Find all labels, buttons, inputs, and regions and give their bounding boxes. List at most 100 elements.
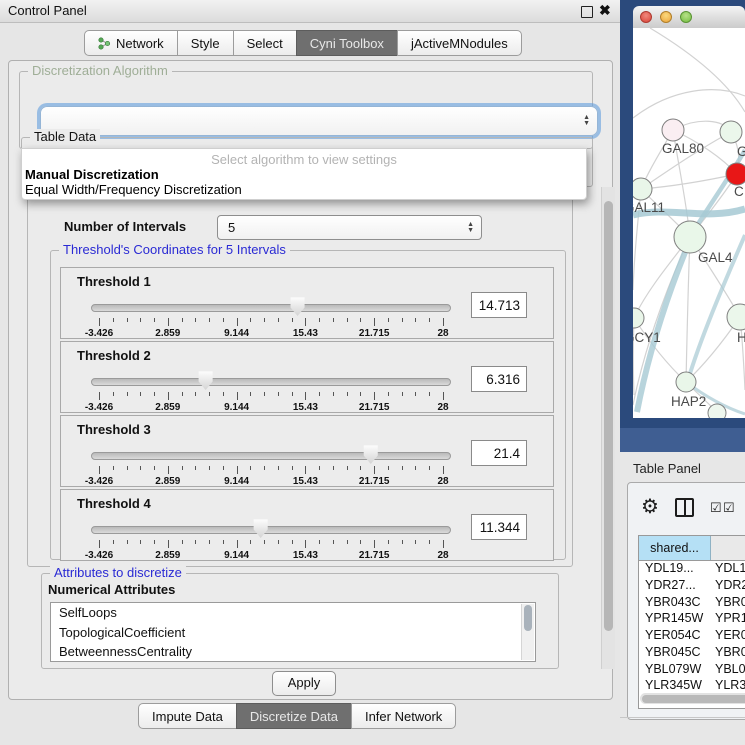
threshold-label: Threshold 2 [77,348,151,363]
control-panel-title: Control Panel [8,3,87,18]
network-window[interactable]: GAL80GCGAL11GAL4GCY1HHAP2 [633,6,745,418]
zoom-traffic-light-icon[interactable] [680,11,692,23]
network-node[interactable] [662,119,684,141]
threshold-value-input[interactable] [471,440,527,466]
network-node[interactable] [727,304,745,330]
tick-label: -3.426 [85,402,113,413]
minimize-traffic-light-icon[interactable] [660,11,672,23]
threshold-value-input[interactable] [471,292,527,318]
number-of-intervals-combo[interactable]: 5 ▲▼ [217,215,482,240]
table-row[interactable]: YLR345WYLR34 [639,677,745,694]
popup-hint-item[interactable]: Select algorithm to view settings [22,152,586,167]
slider-ticks [99,540,443,549]
tick-label: 15.43 [293,402,318,413]
slider-track[interactable] [91,452,451,460]
network-window-titlebar[interactable] [633,6,745,29]
tick-label: 28 [437,476,448,487]
table-row[interactable]: YBR045CYBR04 [639,644,745,661]
popup-option-equal-width[interactable]: Equal Width/Frequency Discretization [25,182,242,197]
tab-select[interactable]: Select [233,30,297,56]
attributes-list-scrollbar-thumb[interactable] [524,605,532,631]
select-all-checkbox-icon[interactable]: ☑ [710,500,722,516]
attribute-list-item[interactable]: SelfLoops [51,603,535,623]
close-traffic-light-icon[interactable] [640,11,652,23]
table-row[interactable]: YBL079WYBL07 [639,661,745,678]
attribute-list-item[interactable]: TopologicalCoefficient [51,623,535,643]
slider-track[interactable] [91,378,451,386]
network-node[interactable] [720,121,742,143]
tab-label: Cyni Toolbox [310,36,384,51]
threshold-slider[interactable]: -3.4262.8599.14415.4321.71528 [91,292,451,336]
number-of-intervals-label: Number of Intervals [64,219,186,234]
slider-tick-labels: -3.4262.8599.14415.4321.71528 [99,402,443,414]
threshold-value-input[interactable] [471,366,527,392]
threshold-slider[interactable]: -3.4262.8599.14415.4321.71528 [91,514,451,558]
columns-icon[interactable] [675,498,694,517]
slider-thumb[interactable] [290,297,306,316]
network-node-label: GAL4 [698,250,733,265]
network-node[interactable] [633,178,652,200]
table-row[interactable]: YPR145WYPR14 [639,610,745,627]
slider-thumb[interactable] [198,371,214,390]
numerical-attributes-list[interactable]: SelfLoopsTopologicalCoefficientBetweenne… [50,602,536,662]
network-node[interactable] [633,308,644,328]
gear-icon[interactable]: ⚙ [641,494,659,519]
network-node-label: HAP2 [671,394,706,409]
cell-name: YER05 [711,627,745,644]
panel-vertical-scrollbar-thumb[interactable] [604,201,613,631]
combo-stepper-icon[interactable]: ▲▼ [467,222,474,234]
algorithm-combo[interactable]: ▲▼ [40,106,598,136]
network-node[interactable] [676,372,696,392]
network-canvas[interactable]: GAL80GCGAL11GAL4GCY1HHAP2 [633,28,745,418]
close-icon[interactable]: ✖ [599,2,611,19]
table-row[interactable]: YDL19...YDL19 [639,560,745,577]
attributes-list-scrollbar[interactable] [521,604,534,660]
tick-label: 21.715 [359,402,390,413]
table-horizontal-scrollbar-thumb[interactable] [642,695,745,703]
tab-discretize-data[interactable]: Discretize Data [236,703,352,729]
float-window-icon[interactable] [581,6,593,18]
cell-shared-name: YER054C [639,627,711,644]
tick-label: 2.859 [155,402,180,413]
attributes-group-title: Attributes to discretize [50,565,186,580]
tab-impute-data[interactable]: Impute Data [138,703,237,729]
column-header-shared-name[interactable]: shared... [639,536,711,560]
slider-track[interactable] [91,526,451,534]
cell-shared-name: YBR045C [639,644,711,661]
tab-infer-network[interactable]: Infer Network [351,703,456,729]
table-row[interactable]: YBR043CYBR04 [639,594,745,611]
tick-label: 28 [437,402,448,413]
table-row[interactable]: YER054CYER05 [639,627,745,644]
threshold-value-input[interactable] [471,514,527,540]
tab-jactivemnodules[interactable]: jActiveMNodules [397,30,522,56]
table-toolbar: ⚙ ☑ ☑ [628,483,745,531]
threshold-label: Threshold 1 [77,274,151,289]
table-row[interactable]: YDR27...YDR27 [639,577,745,594]
attribute-list-item[interactable]: BetweennessCentrality [51,642,535,662]
table-horizontal-scrollbar[interactable] [640,693,745,704]
select-none-checkbox-icon[interactable]: ☑ [723,500,735,516]
slider-thumb[interactable] [363,445,379,464]
threshold-label: Threshold 3 [77,422,151,437]
table-rows: YDL19...YDL19YDR27...YDR27YBR043CYBR04YP… [639,560,745,696]
panel-vertical-scrollbar[interactable] [601,187,615,669]
network-node-label: G [737,144,745,159]
network-node[interactable] [726,163,745,185]
slider-track[interactable] [91,304,451,312]
table-panel: Table Panel ⚙ ☑ ☑ shared... name YDL19..… [620,452,745,745]
tab-network[interactable]: Network [84,30,178,56]
table-panel-body: ⚙ ☑ ☑ shared... name YDL19...YDL19YDR27.… [627,482,745,720]
slider-thumb[interactable] [253,519,269,538]
popup-option-manual[interactable]: Manual Discretization [25,167,159,182]
network-node[interactable] [674,221,706,253]
combo-stepper-icon[interactable]: ▲▼ [583,115,590,127]
tab-cyni-toolbox[interactable]: Cyni Toolbox [296,30,398,56]
tab-style[interactable]: Style [177,30,234,56]
network-node[interactable] [708,404,726,418]
column-header-name[interactable]: name [711,536,745,560]
thresholds-group-title: Threshold's Coordinates for 5 Intervals [59,242,290,257]
attributes-group: Attributes to discretize Numerical Attri… [41,573,559,669]
apply-button[interactable]: Apply [272,671,336,696]
threshold-slider[interactable]: -3.4262.8599.14415.4321.71528 [91,440,451,484]
threshold-slider[interactable]: -3.4262.8599.14415.4321.71528 [91,366,451,410]
